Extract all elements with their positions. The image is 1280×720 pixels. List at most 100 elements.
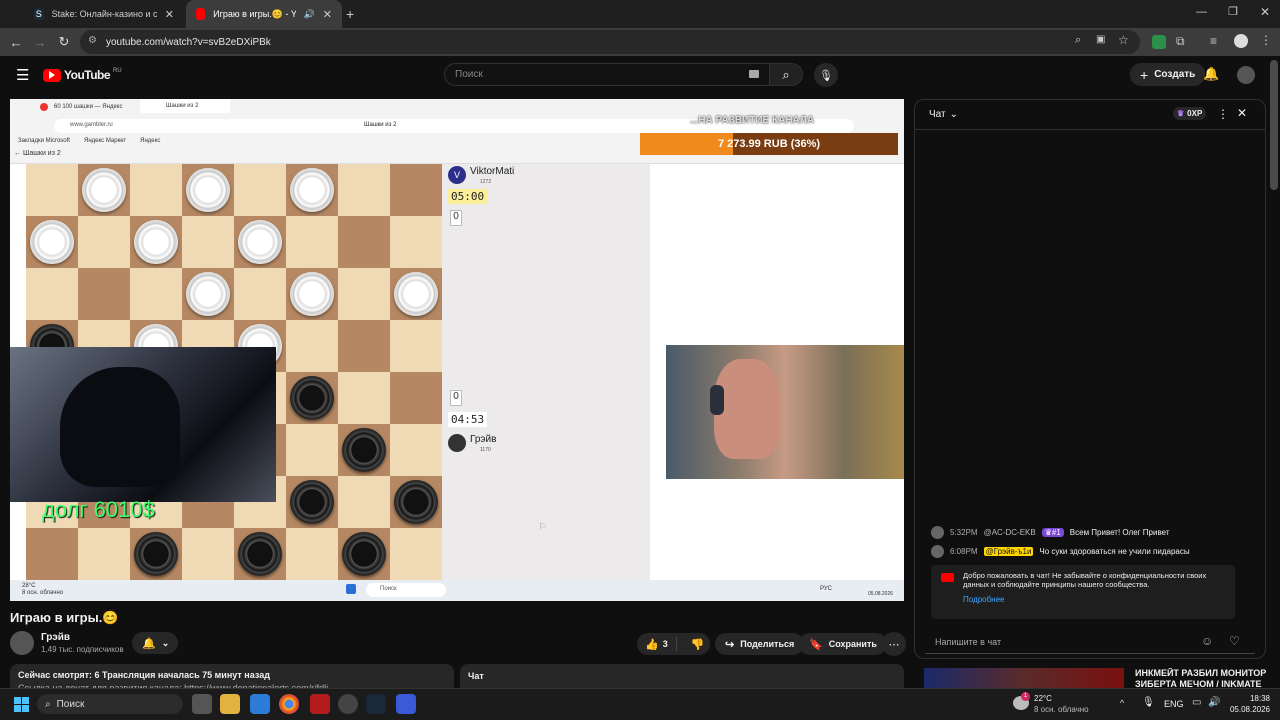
- create-button[interactable]: + Создать: [1130, 63, 1206, 86]
- file-explorer-icon[interactable]: [220, 694, 240, 714]
- board-square: [338, 216, 390, 268]
- windows-start-button[interactable]: [11, 694, 31, 714]
- board-square: [234, 528, 286, 580]
- close-icon[interactable]: ✕: [323, 8, 332, 21]
- tab-search-icon[interactable]: ≡: [1210, 34, 1217, 48]
- save-button[interactable]: 🔖 Сохранить: [799, 633, 887, 655]
- like-button[interactable]: 👍 3: [637, 637, 677, 651]
- black-checker-piece: [238, 532, 282, 576]
- youtube-icon: [941, 573, 954, 582]
- channel-avatar[interactable]: [10, 631, 34, 655]
- windows-search-box[interactable]: ⌕ Поиск: [37, 694, 183, 714]
- voice-search-button[interactable]: 🎙: [814, 63, 838, 87]
- search-button[interactable]: ⌕: [769, 63, 803, 86]
- message-text: Чо суки здороваться не учили пидарасы: [1039, 547, 1190, 556]
- task-view-icon[interactable]: [192, 694, 212, 714]
- share-label: Поделиться: [740, 639, 795, 649]
- share-button[interactable]: ↪ Поделиться: [715, 633, 805, 655]
- search-input[interactable]: Поиск: [444, 63, 770, 86]
- microphone-icon: 🎙: [819, 69, 833, 82]
- more-actions-button[interactable]: ⋯: [882, 632, 906, 656]
- obs-icon[interactable]: [338, 694, 358, 714]
- chat-input[interactable]: Напишите в чат ☺ ♡: [925, 630, 1255, 654]
- learn-more-link[interactable]: Подробнее: [963, 595, 1227, 604]
- chrome-icon[interactable]: [279, 694, 299, 714]
- board-square: [286, 424, 338, 476]
- hamburger-menu-icon[interactable]: ☰: [16, 66, 29, 84]
- white-checker-piece: [290, 168, 334, 212]
- white-checker-piece: [290, 272, 334, 316]
- plus-icon: +: [1140, 66, 1149, 83]
- close-icon[interactable]: ✕: [165, 8, 174, 21]
- extensions-puzzle-icon[interactable]: ⧉: [1176, 34, 1185, 49]
- tray-chevron-icon[interactable]: ^: [1120, 698, 1124, 708]
- dislike-button[interactable]: 👎: [683, 638, 713, 651]
- tab-youtube[interactable]: Играю в игры.😊 - YouTub 🔊 ✕: [186, 0, 342, 28]
- keyboard-icon[interactable]: [749, 70, 759, 78]
- bookmark-star-icon[interactable]: ☆: [1118, 33, 1129, 47]
- recommended-thumbnail[interactable]: [924, 668, 1124, 688]
- weather-temp: 22°C: [1034, 694, 1052, 703]
- extension-icon[interactable]: [1152, 35, 1166, 49]
- owner-author[interactable]: @Грэйв-ъ1и: [983, 547, 1034, 556]
- browser-tab-bar: S Stake: Онлайн-казино и ставк... ✕ Игра…: [0, 0, 1280, 28]
- reload-button[interactable]: ↻: [52, 30, 76, 54]
- notification-bell-button[interactable]: 🔔 ⌄: [132, 632, 178, 654]
- chat-more-icon[interactable]: ⋮: [1217, 107, 1229, 121]
- steam-icon[interactable]: [366, 694, 386, 714]
- app-icon[interactable]: [310, 694, 330, 714]
- youtube-play-icon: [43, 68, 61, 82]
- install-icon[interactable]: ▣: [1096, 34, 1105, 45]
- yandex-icon: [40, 103, 48, 111]
- board-square: [130, 216, 182, 268]
- network-icon[interactable]: ▭: [1192, 697, 1201, 708]
- profile-avatar[interactable]: [1234, 34, 1248, 48]
- bell-icon: 🔔: [142, 637, 156, 650]
- tab-stake[interactable]: S Stake: Онлайн-казино и ставк... ✕: [24, 0, 184, 28]
- game-app-icon[interactable]: [396, 694, 416, 714]
- opponent-score: 0: [450, 210, 462, 226]
- new-tab-button[interactable]: +: [346, 6, 354, 22]
- clock[interactable]: 18:38 05.08.2026: [1226, 693, 1270, 715]
- input-language[interactable]: ENG: [1164, 699, 1184, 709]
- board-square: [390, 320, 442, 372]
- channel-name[interactable]: Грэйв: [41, 632, 70, 643]
- microphone-tray-icon[interactable]: 🎙: [1142, 697, 1155, 708]
- site-info-icon[interactable]: ⚙: [88, 35, 97, 46]
- account-avatar[interactable]: [1237, 66, 1255, 84]
- minimize-button[interactable]: —: [1196, 6, 1207, 18]
- white-checker-piece: [186, 168, 230, 212]
- close-window-button[interactable]: ✕: [1260, 5, 1270, 19]
- chat-scrollbar[interactable]: [1256, 134, 1261, 614]
- maximize-button[interactable]: ❐: [1228, 5, 1238, 18]
- share-icon: ↪: [725, 638, 735, 651]
- board-square: [234, 164, 286, 216]
- close-chat-icon[interactable]: ✕: [1237, 106, 1247, 120]
- youtube-logo[interactable]: YouTube RU: [43, 68, 122, 82]
- forward-button[interactable]: →: [28, 30, 52, 54]
- telegram-icon[interactable]: [250, 694, 270, 714]
- heart-icon[interactable]: ♡: [1229, 634, 1240, 648]
- stream-tab-active: Шашки из 2: [140, 99, 230, 113]
- back-label: Шашки из 2: [22, 150, 61, 157]
- browser-menu-icon[interactable]: ⋮: [1260, 33, 1272, 47]
- crown-icon: ♛: [1044, 528, 1052, 537]
- notifications-bell-icon[interactable]: 🔔: [1203, 66, 1219, 82]
- board-square: [390, 476, 442, 528]
- message-author[interactable]: @AC-DC-EKB: [984, 528, 1036, 537]
- bookmark-item: Закладки Microsoft: [18, 138, 70, 144]
- chat-mode-selector[interactable]: Чат ⌄: [929, 109, 958, 120]
- video-player[interactable]: 60 100 шашки — Яндекс Шашки из 2 www.gam…: [10, 99, 904, 601]
- page-scrollbar[interactable]: [1270, 60, 1278, 190]
- url-field[interactable]: ⚙ youtube.com/watch?v=svB2eDXiPBk ⌕ ▣ ☆: [80, 30, 1140, 54]
- speaker-icon[interactable]: 🔊: [304, 9, 315, 20]
- zoom-icon[interactable]: ⌕: [1075, 34, 1081, 47]
- member-badge: ♛#1: [1041, 528, 1064, 537]
- black-checker-piece: [342, 428, 386, 472]
- recommended-title[interactable]: ИНКМЕЙТ РАЗБИЛ МОНИТОР ЗИБЕРТА МЕЧОМ / I…: [1135, 668, 1270, 688]
- donation-progress-bar: 7 273.99 RUB (36%): [640, 133, 898, 155]
- volume-icon[interactable]: 🔊: [1208, 697, 1220, 708]
- xp-badge[interactable]: ♛ 0XP: [1173, 107, 1207, 120]
- emoji-icon[interactable]: ☺: [1201, 634, 1213, 648]
- back-button[interactable]: ←: [4, 30, 28, 54]
